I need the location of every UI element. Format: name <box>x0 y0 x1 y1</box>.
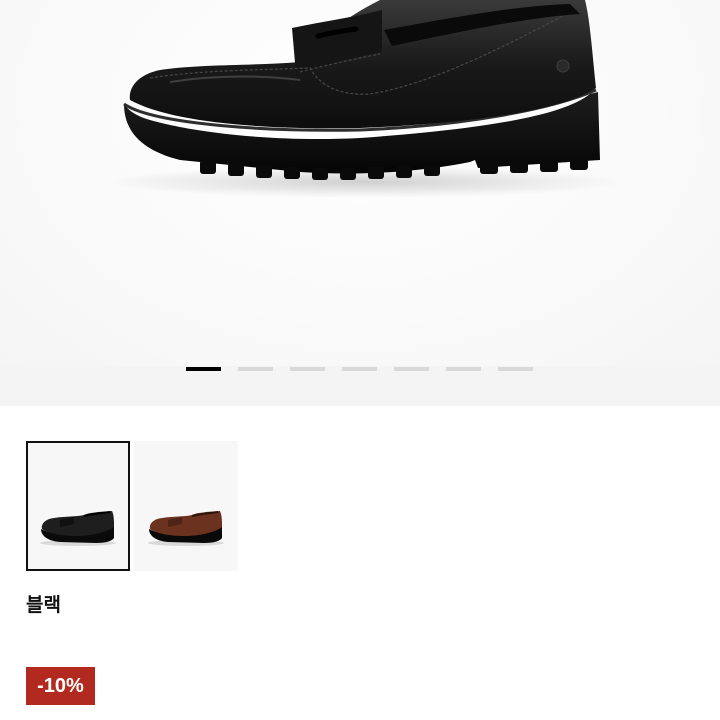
gallery-page-indicator-4[interactable] <box>342 367 377 371</box>
gallery-page-indicator-7[interactable] <box>498 367 533 371</box>
color-swatch-black[interactable] <box>26 441 130 571</box>
gallery-page-indicator-3[interactable] <box>290 367 325 371</box>
discount-badge: -10% <box>26 667 95 705</box>
black-loafer-thumbnail <box>40 511 116 546</box>
gallery-page-indicator-1[interactable] <box>186 367 221 371</box>
gallery-pagination <box>186 367 533 371</box>
gallery-page-indicator-6[interactable] <box>446 367 481 371</box>
black-loafer-image <box>105 0 625 198</box>
color-swatch-brown[interactable] <box>134 441 238 571</box>
color-variant-selector <box>26 441 238 571</box>
product-image-gallery[interactable] <box>0 0 720 406</box>
brown-loafer-thumbnail <box>148 511 224 546</box>
selected-color-label: 블랙 <box>26 594 61 616</box>
gallery-page-indicator-2[interactable] <box>238 367 273 371</box>
gallery-page-indicator-5[interactable] <box>394 367 429 371</box>
main-product-image[interactable] <box>0 0 720 366</box>
